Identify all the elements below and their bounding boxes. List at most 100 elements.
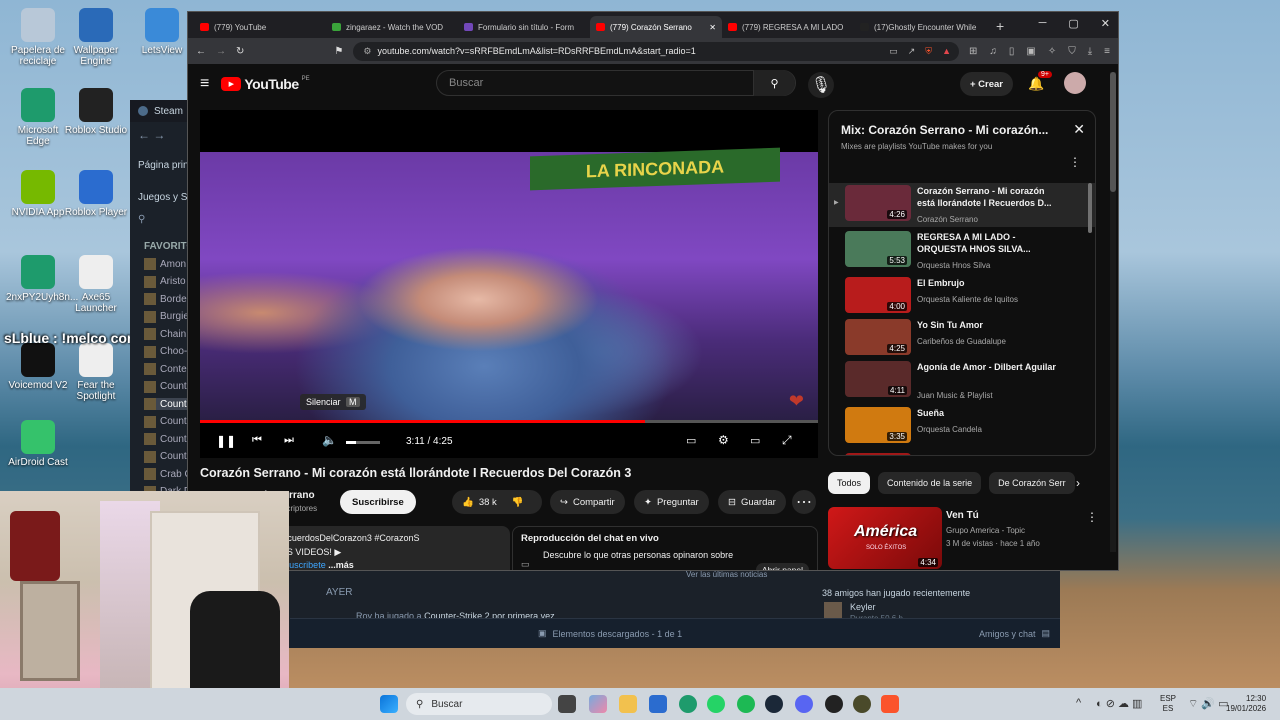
desc-more[interactable]: ...más — [328, 560, 354, 570]
volume-slider[interactable] — [346, 441, 380, 444]
music-icon[interactable]: ♫ — [989, 46, 997, 57]
obs-icon[interactable] — [825, 695, 843, 713]
playlist-scrollbar[interactable] — [1088, 183, 1092, 233]
desktop-icon[interactable]: LetsView — [130, 8, 194, 56]
filter-chip[interactable]: Contenido de la serie — [878, 472, 982, 494]
hamburger-icon[interactable]: ≡ — [200, 75, 209, 93]
steam-taskbar-icon[interactable] — [765, 695, 783, 713]
playlist-menu-icon[interactable]: ⋮ — [1069, 155, 1081, 169]
steam-game-item[interactable]: Choo- — [144, 345, 188, 358]
yt-logo[interactable]: ▶ YouTube PE — [221, 76, 310, 92]
url-field[interactable]: ⚙ youtube.com/watch?v=sRRFBEmdLmA&list=R… — [353, 41, 959, 61]
steam-games[interactable]: Juegos y So — [138, 192, 193, 203]
desktop-icon[interactable]: AirDroid Cast — [6, 420, 70, 468]
like-icon[interactable]: 👍 — [462, 497, 474, 508]
store-icon[interactable] — [649, 695, 667, 713]
clock[interactable]: 12:30 19/01/2026 — [1226, 694, 1266, 713]
share-icon[interactable]: ↗ — [908, 46, 916, 57]
search-input[interactable]: Buscar ⚲ — [436, 70, 796, 96]
create-button[interactable]: + Crear — [960, 72, 1014, 96]
save-button[interactable]: ⊟ Guardar — [718, 490, 786, 514]
brave-shield-icon[interactable]: ⛨ — [925, 46, 932, 57]
steam-game-item[interactable]: Aristo — [144, 275, 188, 288]
steam-nav[interactable]: ← → — [138, 128, 165, 142]
steam-game-item[interactable]: Count — [144, 398, 188, 410]
video-player[interactable]: LA RINCONADA ❤ Silenciar M ❚❚ ⏮ ⏭ 🔈 3:11… — [200, 110, 818, 458]
back-icon[interactable]: ← — [196, 46, 206, 57]
menu-icon[interactable]: ≡ — [1104, 46, 1110, 57]
task-view-icon[interactable] — [558, 695, 576, 713]
steam-search-icon[interactable]: ⚲ — [138, 214, 145, 225]
browser-tab[interactable]: (779) Corazón Serrano ✕ — [590, 16, 722, 38]
whatsapp-icon[interactable] — [707, 695, 725, 713]
browser-tab[interactable]: (779) REGRESA A MI LADO — [722, 16, 854, 38]
extensions-icon[interactable]: ⊞ — [969, 46, 977, 57]
close-window-button[interactable]: ✕ — [1101, 17, 1110, 30]
steam-game-item[interactable]: Chain — [144, 328, 188, 340]
friends-chat-icon[interactable]: ▤ — [1041, 628, 1050, 639]
progress-bar[interactable] — [200, 420, 818, 423]
playlist-item[interactable]: ▶ 4:26 Corazón Serrano - Mi corazón está l… — [829, 183, 1095, 227]
playlist-item[interactable]: 3:35 Sueña Orquesta Candela — [829, 405, 1095, 449]
desktop-icon[interactable]: Axe65 Launcher — [64, 255, 128, 314]
desktop-icon[interactable]: Roblox Player — [64, 170, 128, 218]
steam-game-item[interactable]: Borde — [144, 293, 188, 305]
file-explorer-icon[interactable] — [619, 695, 637, 713]
browser-tab[interactable]: (17)Ghostly Encounter While — [854, 16, 986, 38]
brave-rewards-icon[interactable]: ▲ — [942, 46, 951, 57]
desktop-icon[interactable]: NVIDIA App — [6, 170, 70, 218]
playlist-title[interactable]: Mix: Corazón Serrano - Mi corazón... — [841, 123, 1048, 137]
share-button[interactable]: ↪ Compartir — [550, 490, 625, 514]
chips-next-icon[interactable]: › — [1076, 476, 1080, 490]
dislike-icon[interactable]: 👎 — [512, 497, 524, 508]
subtitles-icon[interactable]: ▭ — [686, 434, 696, 447]
steam-game-item[interactable]: Burgie — [144, 310, 188, 323]
tray-icons[interactable]: ◐ ⊘ ☁ ▥ — [1096, 697, 1142, 710]
browser-tab[interactable]: zingaraez - Watch the VOD — [326, 16, 458, 38]
playlist-thumbnail[interactable]: 5:53 — [845, 231, 911, 267]
bookmark-icon[interactable]: ⚑ — [334, 46, 343, 57]
video-frame[interactable]: LA RINCONADA ❤ — [200, 147, 818, 420]
pause-icon[interactable]: ❚❚ — [216, 434, 236, 448]
spotify-icon[interactable] — [737, 695, 755, 713]
desktop-icon[interactable]: Papelera de reciclaje — [6, 8, 70, 67]
close-tab-icon[interactable]: ✕ — [709, 23, 716, 32]
theater-icon[interactable]: ▭ — [750, 434, 760, 447]
vpn-icon[interactable]: ⛉ — [1068, 46, 1076, 57]
cast-icon[interactable]: ▭ — [889, 46, 898, 57]
minimize-button[interactable]: ─ — [1039, 17, 1047, 30]
desktop-icon[interactable]: 2nxPY2Uyh8n... — [6, 255, 78, 303]
desktop-icon[interactable]: Fear the Spotlight — [64, 343, 128, 402]
playlist-thumbnail[interactable]: 4:26 — [845, 185, 911, 221]
bell-icon[interactable]: 🔔 — [1028, 76, 1044, 92]
steam-game-item[interactable]: Crab G — [144, 468, 188, 480]
filter-chip[interactable]: De Corazón Serr — [989, 472, 1075, 494]
recommended-title[interactable]: Ven Tú — [946, 510, 979, 521]
taskbar-search[interactable]: ⚲ Buscar — [406, 693, 552, 715]
forward-icon[interactable]: → — [216, 46, 226, 57]
maximize-button[interactable]: ▢ — [1068, 17, 1078, 30]
steam-game-item[interactable]: Amon — [144, 258, 188, 270]
start-icon[interactable] — [380, 695, 398, 713]
page-scrollbar-thumb[interactable] — [1110, 72, 1116, 192]
downloads-status[interactable]: Elementos descargados - 1 de 1 — [553, 629, 683, 639]
playlist-item[interactable]: Ven Tú — [829, 451, 1095, 455]
next-icon[interactable]: ⏭ — [284, 434, 294, 447]
browser-tab[interactable]: (779) YouTube — [194, 16, 326, 38]
brave-taskbar-icon[interactable] — [881, 695, 899, 713]
playlist-thumbnail[interactable] — [845, 453, 911, 455]
playlist-thumbnail[interactable]: 4:00 — [845, 277, 911, 313]
recommended-channel[interactable]: Grupo America - Topic — [946, 526, 1025, 535]
app-icon[interactable] — [853, 695, 871, 713]
tray-chevron-icon[interactable]: ^ — [1076, 697, 1081, 709]
steam-latest[interactable]: Ver las últimas noticias — [686, 570, 767, 579]
playlist-item[interactable]: 4:00 El Embrujo Orquesta Kaliente de Iquit… — [829, 275, 1095, 319]
mic-icon[interactable]: 🎙 — [808, 72, 834, 98]
playlist-item[interactable]: 5:53 REGRESA A MI LADO - ORQUESTA HNOS SI… — [829, 229, 1095, 273]
more-actions-icon[interactable]: ⋯ — [792, 490, 816, 514]
wallet-icon[interactable]: ▣ — [1026, 46, 1035, 57]
steam-game-item[interactable]: Count — [144, 415, 188, 428]
steam-game-item[interactable]: Count — [144, 450, 188, 463]
playlist-thumbnail[interactable]: 3:35 — [845, 407, 911, 443]
playlist-thumbnail[interactable]: 4:25 — [845, 319, 911, 355]
